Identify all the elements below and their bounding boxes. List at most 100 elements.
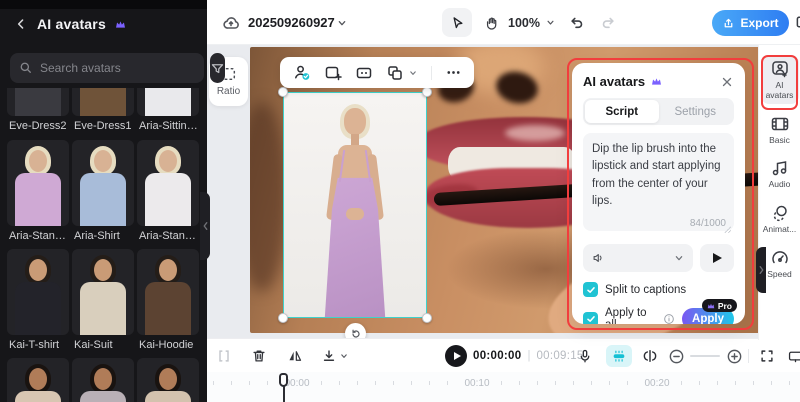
main-track-toggle[interactable] <box>605 339 632 373</box>
voice-preview-play-button[interactable] <box>700 244 734 272</box>
download-chevron-icon[interactable] <box>337 339 351 373</box>
add-media-icon[interactable] <box>324 64 342 82</box>
avatar-label: Kai-Hoodie <box>139 339 194 351</box>
close-panel-icon[interactable] <box>720 75 734 89</box>
resize-grip-icon[interactable] <box>724 226 731 233</box>
cursor-icon <box>453 17 462 29</box>
search-input[interactable] <box>40 61 195 75</box>
avatar-outfit <box>15 88 61 116</box>
split-to-captions-label: Split to captions <box>605 283 687 296</box>
apply-to-all-checkbox[interactable] <box>583 311 598 324</box>
fullscreen-button[interactable] <box>755 339 779 373</box>
avatar-item[interactable]: Aria-Sitting 1 <box>137 88 199 134</box>
avatar-item[interactable]: Aria-Standi... <box>7 140 69 243</box>
timeline-ruler[interactable]: 00:00 00:10 00:20 <box>207 372 800 402</box>
voice-chevron-down-icon <box>673 252 685 264</box>
voice-select-dropdown[interactable] <box>583 244 693 272</box>
avatar-label: Aria-Shirt <box>74 230 120 242</box>
avatar-item[interactable]: Eve-Dress1 <box>72 88 134 134</box>
speed-icon <box>771 250 788 264</box>
avatar-outfit <box>145 282 191 335</box>
filter-icon <box>210 61 225 76</box>
split-clip-button[interactable] <box>213 339 235 373</box>
split-to-captions-checkbox[interactable] <box>583 282 598 297</box>
sidebar-item-label: Audio <box>768 180 791 190</box>
collapse-left-panel-handle[interactable] <box>200 192 210 260</box>
sidebar-item-ai-avatars[interactable]: AI avatars <box>760 55 799 104</box>
preview-display-icon[interactable] <box>792 0 800 45</box>
undo-button[interactable] <box>564 0 588 45</box>
project-name[interactable]: 202509260927 <box>248 0 335 45</box>
avatar-label: Eve-Dress2 <box>9 120 67 132</box>
avatar-selected-icon[interactable] <box>292 63 311 82</box>
avatar-item[interactable]: Eve-Dress2 <box>7 88 69 134</box>
avatar-item[interactable] <box>137 358 199 402</box>
sidebar-title: AI avatars <box>37 16 106 32</box>
avatar-item[interactable]: Kai-Hoodie <box>137 249 199 352</box>
selection-handle-top-left[interactable] <box>278 87 288 97</box>
check-icon <box>586 286 595 293</box>
avatar-item[interactable] <box>72 358 134 402</box>
script-textarea[interactable]: Dip the lip brush into the lipstick and … <box>583 133 734 231</box>
tab-settings[interactable]: Settings <box>659 100 733 123</box>
selection-handle-top-right[interactable] <box>422 87 432 97</box>
cloud-sync-icon[interactable] <box>221 0 241 45</box>
collapse-right-panel-handle[interactable] <box>756 247 766 293</box>
sidebar-item-animation[interactable]: Animat... <box>761 199 799 238</box>
redo-button[interactable] <box>596 0 620 45</box>
sidebar-item-speed[interactable]: Speed <box>761 244 799 283</box>
redo-icon <box>602 17 614 29</box>
avatar-item[interactable]: Aria-Shirt <box>72 140 134 243</box>
avatar-outfit <box>15 282 61 335</box>
playhead[interactable] <box>279 373 289 402</box>
undo-icon <box>570 17 582 29</box>
avatar-thumbnail <box>7 249 69 335</box>
avatar-item[interactable] <box>7 358 69 402</box>
preview-mode-button[interactable] <box>783 339 800 373</box>
zoom-in-button[interactable] <box>722 339 746 373</box>
avatar-label: Aria-Standi... <box>9 230 69 242</box>
tab-script[interactable]: Script <box>585 100 659 123</box>
sidebar-item-basic[interactable]: Basic <box>761 110 799 149</box>
project-chevron-down-icon[interactable] <box>336 0 348 45</box>
delete-button[interactable] <box>248 339 270 373</box>
avatar-label: Eve-Dress1 <box>74 120 132 132</box>
microphone-button[interactable] <box>573 339 597 373</box>
timeline-zoom-slider[interactable] <box>690 339 720 373</box>
avatar-row <box>7 358 200 402</box>
info-icon[interactable] <box>663 313 675 324</box>
avatar-outfit <box>80 282 126 335</box>
zoom-out-button[interactable] <box>664 339 688 373</box>
toolbar-divider <box>748 349 749 363</box>
avatar-item[interactable]: Kai-Suit <box>72 249 134 352</box>
selection-handle-bottom-right[interactable] <box>422 313 432 323</box>
sidebar-item-audio[interactable]: Audio <box>761 154 799 193</box>
expand-tracks-button[interactable] <box>638 339 662 373</box>
right-sidebar: AI avatars Basic Audio Animat... Speed <box>758 45 800 340</box>
avatar-thumbnail <box>7 88 69 116</box>
zoom-level-select[interactable]: 100% <box>508 0 556 45</box>
frames-icon[interactable] <box>355 64 373 82</box>
selection-handle-bottom-left[interactable] <box>278 313 288 323</box>
play-button[interactable] <box>444 339 468 373</box>
ai-avatars-icon <box>771 61 788 78</box>
select-tool-button[interactable] <box>442 8 472 37</box>
mirror-flip-button[interactable] <box>284 339 306 373</box>
arrange-layers-icon[interactable] <box>386 64 418 82</box>
hand-tool-button[interactable] <box>478 0 506 45</box>
export-button[interactable]: Export <box>712 10 789 36</box>
avatar-thumbnail <box>72 140 134 226</box>
clip-selection-box[interactable] <box>278 87 432 323</box>
avatar-head <box>159 150 177 172</box>
avatar-outfit <box>80 391 126 402</box>
avatar-item[interactable]: Kai-T-shirt <box>7 249 69 352</box>
crown-icon <box>707 303 715 308</box>
more-options-icon[interactable] <box>445 64 462 81</box>
back-chevron-icon[interactable] <box>14 17 28 31</box>
avatar-outfit <box>80 88 126 116</box>
playhead-head[interactable] <box>279 373 288 387</box>
search-icon <box>19 61 33 75</box>
filter-button[interactable] <box>210 53 225 83</box>
avatar-item[interactable]: Aria-Standi... <box>137 140 199 243</box>
avatar-thumbnail <box>7 140 69 226</box>
